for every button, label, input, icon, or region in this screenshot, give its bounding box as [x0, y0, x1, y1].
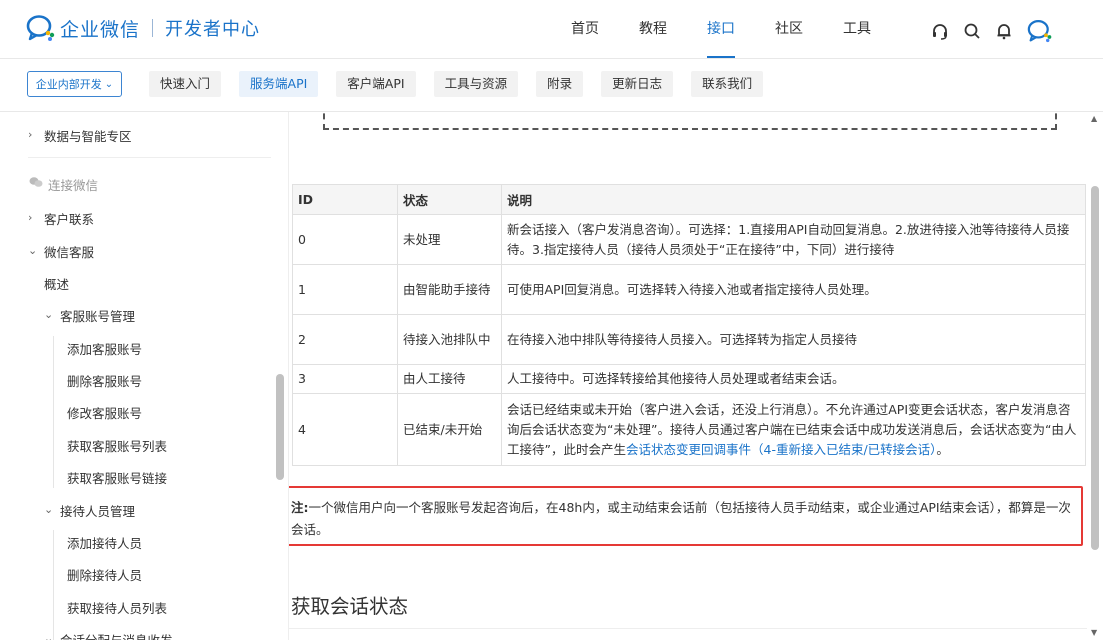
brand-name: 企业微信 — [60, 18, 141, 41]
subtab-6[interactable]: 联系我们 — [691, 71, 764, 97]
table-header-desc: 说明 — [501, 184, 1086, 215]
sidebar-divider — [28, 157, 271, 158]
table-header-row: ID 状态 说明 — [292, 184, 1086, 215]
sidebar-item-15[interactable]: 会话分配与消息收发 — [60, 630, 173, 640]
sidebar-item-11[interactable]: 接待人员管理 — [60, 501, 135, 520]
page-scrollbar[interactable]: ▲ ▼ — [1088, 112, 1103, 640]
page-scrollbar-thumb[interactable] — [1091, 186, 1099, 550]
cell-desc: 人工接待中。可选择转接给其他接待人员处理或者结束会话。 — [501, 364, 1086, 394]
highlighted-note: 注:一个微信用户向一个客服账号发起咨询后，在48h内，或主动结束会话前（包括接待… — [289, 486, 1083, 546]
sub-navbar: 企业内部开发 ⌄ 快速入门 服务端API 客户端API 工具与资源 附录 更新日志 联系我们 — [0, 59, 1103, 112]
cell-desc: 在待接入池中排队等待接待人员接入。可选择转为指定人员接待 — [501, 314, 1086, 365]
table-row: 3 由人工接待 人工接待中。可选择转接给其他接待人员处理或者结束会话。 — [292, 364, 1086, 394]
top-navbar: 企业微信 开发者中心 首页 教程 接口 社区 工具 — [0, 0, 1103, 59]
main-content: ID 状态 说明 0 未处理 新会话接入（客户发消息咨询）。可选择：1.直接用API… — [289, 112, 1087, 640]
sidebar-item-10[interactable]: 获取客服账号链接 — [67, 468, 167, 487]
main-nav: 首页 教程 接口 社区 工具 — [556, 0, 896, 58]
callback-event-link[interactable]: 会话状态变更回调事件（4-重新接入已结束/已转接会话） — [626, 442, 936, 457]
chevron-down-icon[interactable]: ⌄ — [44, 308, 53, 321]
cell-status: 由人工接待 — [397, 364, 502, 394]
sidebar-item-5[interactable]: 客服账号管理 — [60, 306, 135, 325]
cell-desc-text: 在待接入池中排队等待接待人员接入。可选择转为指定人员接待 — [507, 331, 858, 347]
sidebar-scrollbar[interactable] — [276, 374, 284, 480]
subtab-1[interactable]: 服务端API — [239, 71, 319, 97]
chevron-right-icon[interactable]: › — [28, 128, 32, 141]
sub-tabs: 快速入门 服务端API 客户端API 工具与资源 附录 更新日志 联系我们 — [149, 71, 781, 97]
subtab-2[interactable]: 客户端API — [336, 71, 416, 97]
cell-desc-text: 人工接待中。可选择转接给其他接待人员处理或者结束会话。 — [507, 371, 845, 386]
cell-id: 0 — [292, 214, 398, 265]
user-avatar-icon[interactable] — [1026, 19, 1054, 43]
section-divider — [289, 628, 1087, 629]
nav-item-1[interactable]: 教程 — [624, 0, 682, 58]
sidebar: › 数据与智能专区连接微信 › 客户联系 ⌄ 微信客服概述 ⌄ 客服账号管理添加客服账号 删除客… — [0, 112, 289, 640]
note-label: 注: — [291, 500, 309, 515]
sidebar-item-6[interactable]: 添加客服账号 — [67, 339, 142, 358]
cell-id: 2 — [292, 314, 398, 365]
cell-status: 已结束/未开始 — [397, 393, 502, 466]
sidebar-item-4[interactable]: 概述 — [44, 274, 69, 293]
table-row: 1 由智能助手接待 可使用API回复消息。可选择转入待接入池或者指定接待人员处理。 — [292, 264, 1086, 315]
diagram-fragment — [323, 112, 1057, 130]
sidebar-item-9[interactable]: 获取客服账号列表 — [67, 436, 167, 455]
section-title: 获取会话状态 — [291, 595, 409, 618]
cell-id: 3 — [292, 364, 398, 394]
table-row: 0 未处理 新会话接入（客户发消息咨询）。可选择：1.直接用API自动回复消息。2.… — [292, 214, 1086, 265]
sidebar-item-14[interactable]: 获取接待人员列表 — [67, 598, 167, 617]
cell-desc: 可使用API回复消息。可选择转入待接入池或者指定接待人员处理。 — [501, 264, 1086, 315]
sidebar-tree-line — [53, 336, 54, 488]
chevron-down-icon: ⌄ — [104, 78, 114, 90]
subtab-4[interactable]: 附录 — [536, 71, 584, 97]
sidebar-item-3[interactable]: 微信客服 — [44, 242, 94, 261]
bell-icon[interactable] — [994, 21, 1014, 41]
sidebar-item-7[interactable]: 删除客服账号 — [67, 371, 142, 390]
cell-status: 待接入池排队中 — [397, 314, 502, 365]
chevron-down-icon[interactable]: ⌄ — [44, 632, 53, 640]
sidebar-item-8[interactable]: 修改客服账号 — [67, 403, 142, 422]
cell-desc: 新会话接入（客户发消息咨询）。可选择：1.直接用API自动回复消息。2.放进待接… — [501, 214, 1086, 265]
nav-item-3[interactable]: 社区 — [760, 0, 818, 58]
subtab-0[interactable]: 快速入门 — [149, 71, 222, 97]
cell-id: 4 — [292, 393, 398, 466]
status-table: ID 状态 说明 0 未处理 新会话接入（客户发消息咨询）。可选择：1.直接用API… — [292, 184, 1086, 466]
scroll-up-icon[interactable]: ▲ — [1091, 114, 1097, 123]
subtab-3[interactable]: 工具与资源 — [433, 71, 519, 97]
header-tools — [930, 19, 1066, 43]
chevron-down-icon[interactable]: ⌄ — [28, 244, 37, 257]
cell-id: 1 — [292, 264, 398, 315]
cell-desc-text: 新会话接入（客户发消息咨询）。可选择：1.直接用API自动回复消息。2.放进待接… — [507, 221, 1070, 257]
sidebar-item-1[interactable]: 连接微信 — [48, 175, 98, 194]
chevron-right-icon[interactable]: › — [28, 211, 32, 224]
sidebar-item-2[interactable]: 客户联系 — [44, 209, 94, 228]
brand-separator — [152, 19, 154, 37]
sidebar-item-0[interactable]: 数据与智能专区 — [44, 126, 132, 145]
category-dropdown-label: 企业内部开发 — [35, 78, 102, 91]
table-row: 2 待接入池排队中 在待接入池中排队等待接待人员接入。可选择转为指定人员接待 — [292, 314, 1086, 365]
cell-status: 未处理 — [397, 214, 502, 265]
cell-desc-tail: 。 — [936, 441, 949, 457]
nav-item-4[interactable]: 工具 — [828, 0, 886, 58]
note-text: 一个微信用户向一个客服账号发起咨询后，在48h内，或主动结束会话前（包括接待人员… — [291, 500, 1071, 537]
search-icon[interactable] — [962, 21, 982, 41]
brand-logo[interactable]: 企业微信 开发者中心 — [26, 14, 260, 42]
brand-subtitle: 开发者中心 — [165, 19, 261, 40]
nav-item-2[interactable]: 接口 — [692, 0, 750, 58]
table-header-id: ID — [292, 184, 398, 215]
table-row: 4 已结束/未开始 会话已经结束或未开始（客户进入会话，还没上行消息）。不允许通过A… — [292, 393, 1086, 466]
cell-desc-text: 可使用API回复消息。可选择转入待接入池或者指定接待人员处理。 — [507, 281, 877, 297]
sidebar-item-13[interactable]: 删除接待人员 — [67, 565, 142, 584]
subtab-5[interactable]: 更新日志 — [601, 71, 674, 97]
headset-icon[interactable] — [930, 21, 950, 41]
wecom-logo-icon — [26, 14, 56, 42]
category-dropdown[interactable]: 企业内部开发 ⌄ — [27, 71, 122, 97]
wechat-icon — [29, 176, 43, 191]
scroll-down-icon[interactable]: ▼ — [1091, 628, 1097, 637]
cell-status: 由智能助手接待 — [397, 264, 502, 315]
sidebar-item-12[interactable]: 添加接待人员 — [67, 533, 142, 552]
sidebar-tree-line — [53, 530, 54, 640]
table-header-status: 状态 — [397, 184, 502, 215]
chevron-down-icon[interactable]: ⌄ — [44, 503, 53, 516]
nav-item-0[interactable]: 首页 — [556, 0, 614, 58]
cell-desc: 会话已经结束或未开始（客户进入会话，还没上行消息）。不允许通过API变更会话状态… — [501, 393, 1086, 466]
